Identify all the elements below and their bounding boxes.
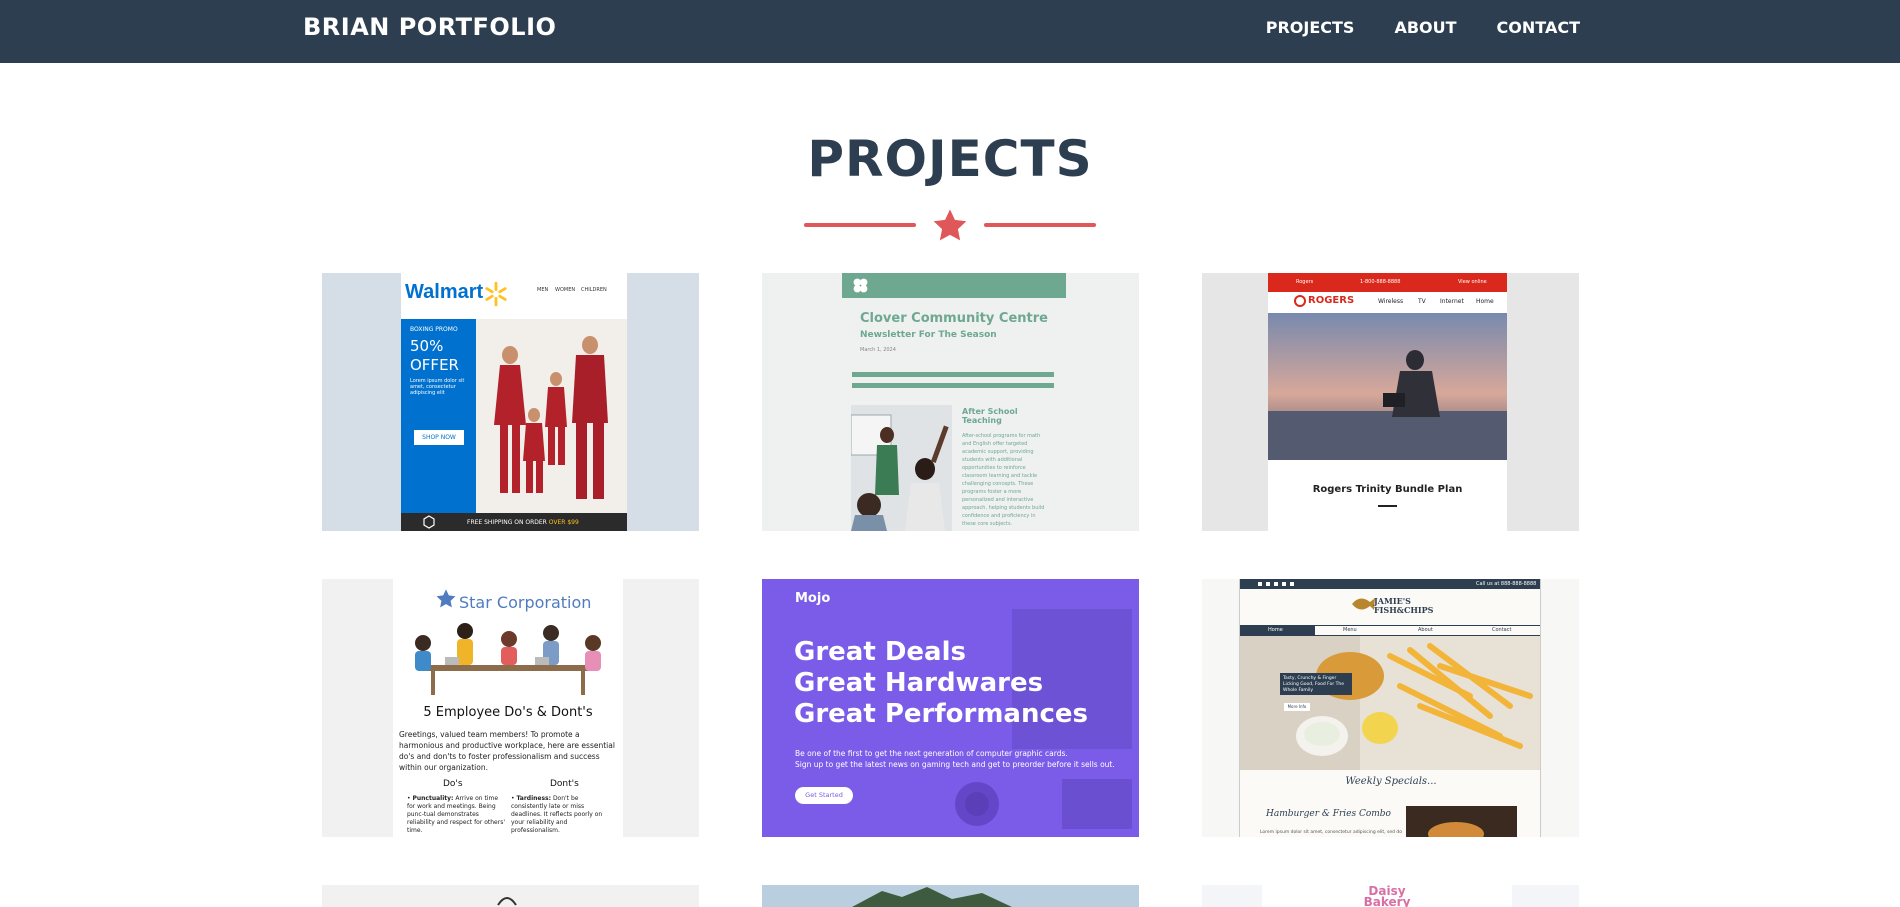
walmart-spark-icon: [485, 281, 507, 307]
clover-header-bar: [842, 273, 1066, 298]
star-corp-logo-icon: [436, 589, 456, 608]
project-card-walmart[interactable]: Walmart MEN WOMEN CHILDREN BOXING PROMO …: [322, 273, 699, 531]
clover-subtitle: Newsletter For The Season: [860, 330, 997, 340]
fish-combo-lorem: Lorem ipsum dolor sit amet, consectetur …: [1260, 830, 1403, 835]
title-divider: [0, 205, 1900, 245]
walmart-menu-men: MEN: [537, 287, 549, 293]
fish-combo-title: Hamburger & Fries Combo: [1266, 809, 1391, 819]
star-corp-intro: Greetings, valued team members! To promo…: [399, 730, 615, 772]
walmart-menu-women: WOMEN: [555, 287, 576, 293]
fish-nav-menu: Menu: [1343, 627, 1357, 633]
daisy-logo-bottom: Bakery: [1363, 895, 1411, 907]
mountain-photo: [762, 885, 1139, 907]
walmart-promo-label: BOXING PROMO: [410, 326, 458, 333]
clover-title: Clover Community Centre: [860, 311, 1048, 326]
clover-logo-icon: [853, 278, 868, 293]
clover-rule-2: [852, 383, 1054, 388]
clover-date: March 1, 2024: [860, 347, 896, 353]
team-meeting-illustration: [415, 623, 601, 695]
star-corp-heading: 5 Employee Do's & Dont's: [423, 705, 593, 720]
fish-nav-contact: Contact: [1492, 627, 1512, 633]
fish-more-info-button: More Info: [1284, 703, 1310, 711]
fish-overlay-text: Tasty, Crunchy & Finger Licking Good, Fo…: [1280, 673, 1352, 695]
divider-line-left: [804, 223, 916, 227]
clover-section-body: After-school programs for math and Engli…: [962, 433, 1045, 527]
walmart-email-thumbnail: Walmart MEN WOMEN CHILDREN BOXING PROMO …: [401, 273, 627, 531]
mojo-headline-1: Great Deals: [794, 637, 966, 667]
walmart-lorem: Lorem ipsum dolor sit amet, consectetur …: [410, 378, 465, 396]
project-card-rogers[interactable]: Rogers 1-800-888-8888 View online ROGERS…: [1202, 273, 1579, 531]
clover-newsletter-thumbnail: Clover Community Centre Newsletter For T…: [842, 273, 1066, 531]
rogers-phone: 1-800-888-8888: [1360, 279, 1401, 285]
classroom-photo: [851, 405, 952, 531]
rogers-menu-tv: TV: [1418, 298, 1426, 305]
mojo-headline-2: Great Hardwares: [794, 668, 1044, 698]
daisy-bakery-thumbnail: Daisy Bakery: [1262, 885, 1512, 907]
rogers-plan-underline: [1378, 505, 1397, 507]
rogers-menu-internet: Internet: [1440, 298, 1464, 305]
walmart-shipping-text: FREE SHIPPING ON ORDER OVER $99: [467, 519, 579, 526]
project-card-row3-3[interactable]: Daisy Bakery: [1202, 885, 1579, 907]
rogers-email-thumbnail: Rogers 1-800-888-8888 View online ROGERS…: [1268, 273, 1507, 531]
page-title: PROJECTS: [807, 130, 1093, 188]
partial-logo-icon: [497, 897, 517, 906]
rogers-view-online-link: View online: [1458, 279, 1487, 285]
rogers-plan-title: Rogers Trinity Bundle Plan: [1312, 484, 1463, 495]
fish-nav-home: Home: [1268, 627, 1283, 633]
mojo-headline-3: Great Performances: [794, 699, 1088, 729]
project-card-row3-2[interactable]: [762, 885, 1139, 907]
fish-nav-about: About: [1418, 627, 1433, 633]
rogers-logo: ROGERS: [1308, 295, 1355, 306]
star-icon: [933, 209, 967, 241]
top-navbar: BRIAN PORTFOLIO PROJECTS ABOUT CONTACT: [0, 0, 1900, 63]
walmart-offer: 50% OFFER: [410, 337, 459, 374]
fish-call-text: Call us at 888-888-8888: [1476, 581, 1537, 587]
walmart-logo: Walmart: [405, 281, 484, 303]
nav-links: PROJECTS ABOUT CONTACT: [1266, 18, 1580, 37]
project-card-clover[interactable]: Clover Community Centre Newsletter For T…: [762, 273, 1139, 531]
clover-section-title: After School Teaching: [962, 407, 1018, 425]
fish-weekly-specials: Weekly Specials...: [1345, 776, 1437, 787]
mojo-sub-2: Sign up to get the latest news on gaming…: [795, 760, 1115, 769]
star-corp-dont-item: • Tardiness: Don't be consistently late …: [511, 795, 603, 834]
star-corp-email-thumbnail: Star Corporation 5 Employee Do's & Dont'…: [393, 579, 623, 837]
star-corp-logo: Star Corporation: [459, 593, 592, 612]
project-card-row3-1[interactable]: [322, 885, 699, 907]
rogers-top-label: Rogers: [1296, 279, 1314, 285]
rogers-menu-wireless: Wireless: [1378, 298, 1404, 305]
mojo-sub-1: Be one of the first to get the next gene…: [795, 749, 1068, 758]
divider-line-right: [984, 223, 1096, 227]
nav-link-projects[interactable]: PROJECTS: [1266, 18, 1355, 37]
fish-logo-icon: [1352, 598, 1375, 610]
social-icons: [1258, 582, 1298, 586]
nav-link-contact[interactable]: CONTACT: [1497, 18, 1580, 37]
project-card-mojo[interactable]: Mojo Great Deals Great Hardwares Great P…: [762, 579, 1139, 837]
rogers-logo-icon: [1294, 295, 1306, 307]
walmart-menu-children: CHILDREN: [581, 287, 607, 293]
sunset-laptop-photo: [1268, 313, 1507, 460]
burger-fries-photo: [1406, 806, 1517, 837]
mojo-get-started-button: Get Started: [795, 787, 853, 804]
project-card-star-corporation[interactable]: Star Corporation 5 Employee Do's & Dont'…: [322, 579, 699, 837]
star-corp-do-item: • Punctuality: Arrive on time for work a…: [407, 795, 505, 834]
star-corp-donts-heading: Dont's: [550, 779, 579, 789]
box-icon: [423, 515, 435, 529]
rogers-menu-home: Home: [1476, 298, 1494, 305]
project-card-fish-chips[interactable]: Call us at 888-888-8888 JAMIE'S FISH&CHI…: [1202, 579, 1579, 837]
fish-logo: JAMIE'S FISH&CHIPS: [1374, 596, 1434, 615]
family-pajamas-photo: [476, 319, 627, 513]
walmart-shop-now-button: SHOP NOW: [414, 430, 464, 445]
clover-rule-1: [852, 372, 1054, 377]
fish-chips-email-thumbnail: Call us at 888-888-8888 JAMIE'S FISH&CHI…: [1239, 579, 1541, 837]
mojo-logo: Mojo: [795, 591, 831, 606]
brand-logo-link[interactable]: BRIAN PORTFOLIO: [303, 13, 556, 41]
nav-link-about[interactable]: ABOUT: [1394, 18, 1456, 37]
star-corp-dos-heading: Do's: [443, 779, 463, 789]
